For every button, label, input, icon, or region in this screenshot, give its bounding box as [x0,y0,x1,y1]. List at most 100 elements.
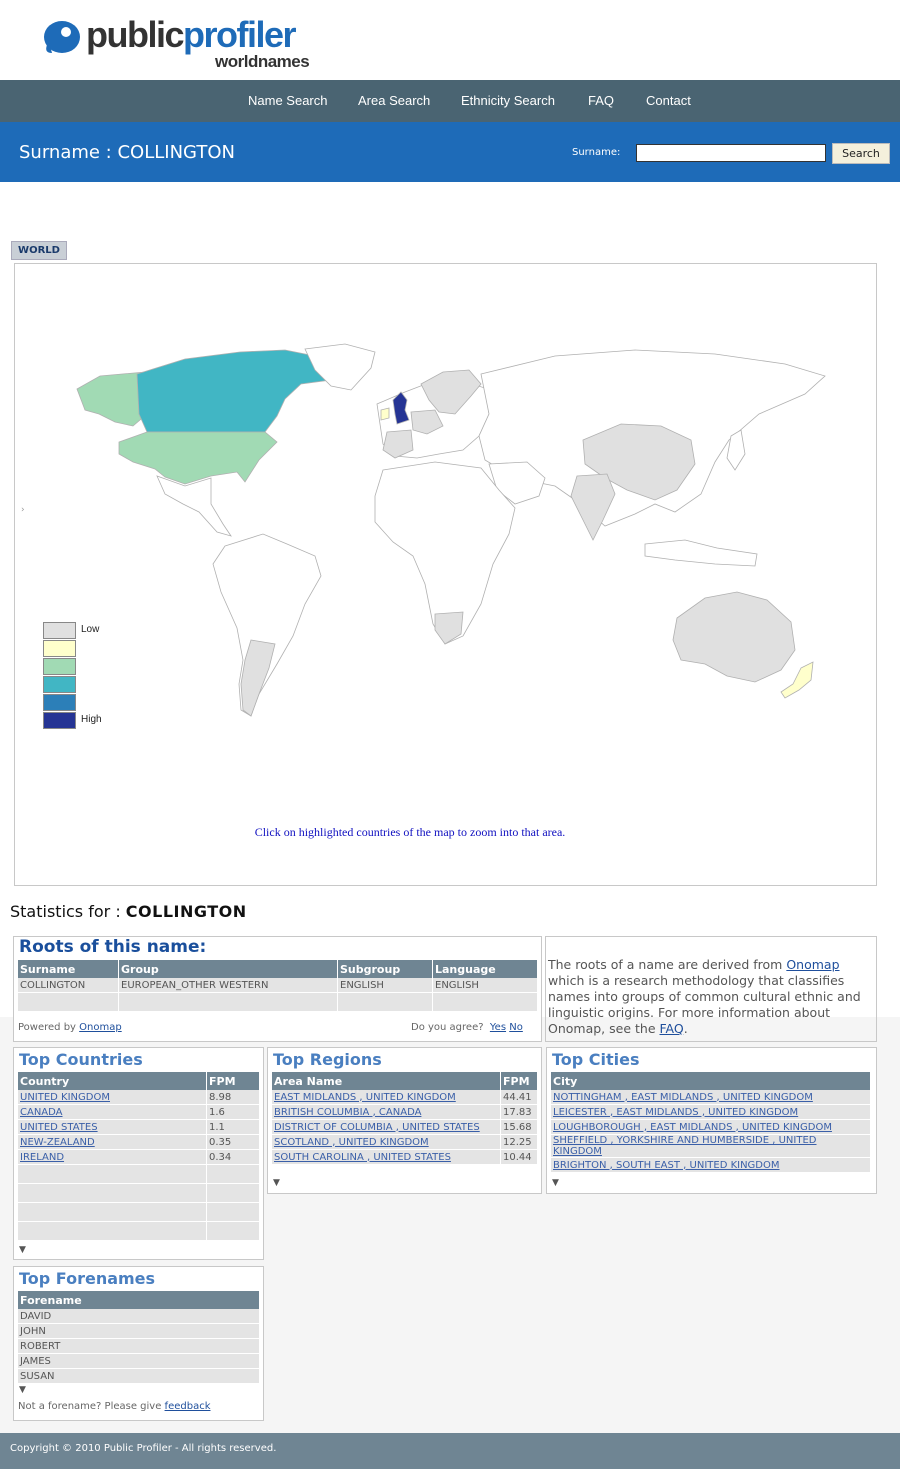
forename: DAVID [18,1309,260,1324]
country-fpm: 1.1 [206,1119,260,1135]
info-onomap-link[interactable]: Onomap [786,957,839,972]
agree-yes-link[interactable]: Yes [490,1022,506,1033]
country-link-canada[interactable]: CANADA [20,1107,63,1118]
surname-search-input[interactable] [636,144,826,162]
feedback-link[interactable]: feedback [165,1401,211,1412]
forename: JOHN [18,1323,260,1339]
logo-subtitle: worldnames [215,52,310,71]
city-link[interactable]: LEICESTER , EAST MIDLANDS , UNITED KINGD… [553,1107,798,1118]
table-row: CANADA 1.6 [18,1104,260,1120]
country-link-usa[interactable]: UNITED STATES [20,1122,98,1133]
roots-col-subgroup: Subgroup [337,960,433,978]
world-map[interactable]: › [15,264,876,885]
region-link[interactable]: EAST MIDLANDS , UNITED KINGDOM [274,1092,456,1103]
statistics-heading: Statistics for : COLLINGTON [10,902,247,921]
region-link[interactable]: SCOTLAND , UNITED KINGDOM [274,1137,429,1148]
table-row: COLLINGTON EUROPEAN_OTHER WESTERN ENGLIS… [18,978,538,993]
nav-ethnicity-search[interactable]: Ethnicity Search [461,80,555,122]
search-button[interactable]: Search [832,143,890,164]
forename-feedback-label: Not a forename? Please give [18,1401,165,1412]
agree-label: Do you agree? [411,1022,484,1033]
logo-part-profiler: profiler [183,14,297,55]
cities-header-row: City [551,1072,871,1090]
footer: Copyright © 2010 Public Profiler - All r… [0,1433,900,1469]
statistics-label: Statistics for : [10,902,126,921]
info-text-1: The roots of a name are derived from [548,957,787,972]
top-cities-title: Top Cities [552,1050,640,1069]
table-row: SHEFFIELD , YORKSHIRE AND HUMBERSIDE , U… [551,1134,871,1158]
page-title: Surname : COLLINGTON [19,142,235,163]
roots-col-surname: Surname [18,960,119,978]
table-row [18,1183,260,1203]
table-row: JAMES [18,1353,260,1369]
roots-col-language: Language [432,960,538,978]
logo-part-public: public [86,14,185,55]
map-indonesia [644,539,758,567]
top-countries-title: Top Countries [19,1050,143,1069]
map-caption: Click on highlighted countries of the ma… [254,825,566,839]
city-link[interactable]: LOUGHBOROUGH , EAST MIDLANDS , UNITED KI… [553,1122,832,1133]
roots-group: EUROPEAN_OTHER WESTERN [118,978,338,993]
logo-icon[interactable] [44,20,82,54]
table-row: UNITED KINGDOM 8.98 [18,1090,260,1105]
roots-panel: Roots of this name: Surname Group Subgro… [13,936,542,1042]
city-link[interactable]: NOTTINGHAM , EAST MIDLANDS , UNITED KING… [553,1092,813,1103]
svg-text:›: › [21,505,25,515]
roots-surname: COLLINGTON [18,978,119,993]
regions-col-area: Area Name [272,1072,501,1090]
table-row: SOUTH CAROLINA , UNITED STATES 10.44 [272,1149,538,1165]
nav-name-search[interactable]: Name Search [248,80,327,122]
region-fpm: 17.83 [500,1104,538,1120]
legend-swatch-6 [43,712,76,729]
main-nav: Name Search Area Search Ethnicity Search… [0,80,900,122]
region-link[interactable]: DISTRICT OF COLUMBIA , UNITED STATES [274,1122,480,1133]
legend-high-label: High [81,714,102,725]
map-new-zealand [780,661,814,699]
nav-contact[interactable]: Contact [646,80,691,122]
table-row: SUSAN [18,1368,260,1384]
legend-swatch-3 [43,658,76,675]
top-regions-title: Top Regions [273,1050,382,1069]
map-australia [672,591,796,683]
map-greenland [304,343,376,391]
region-link[interactable]: SOUTH CAROLINA , UNITED STATES [274,1152,451,1163]
region-fpm: 15.68 [500,1119,538,1135]
table-row: BRIGHTON , SOUTH EAST , UNITED KINGDOM [551,1157,871,1173]
nav-faq[interactable]: FAQ [588,80,614,122]
regions-col-fpm: FPM [500,1072,538,1090]
region-link[interactable]: BRITISH COLUMBIA , CANADA [274,1107,421,1118]
roots-col-group: Group [118,960,338,978]
countries-header-row: Country FPM [18,1072,260,1090]
forename: JAMES [18,1353,260,1369]
top-cities-table: City NOTTINGHAM , EAST MIDLANDS , UNITED… [551,1072,871,1173]
info-text-3: . [683,1021,688,1036]
table-row: EAST MIDLANDS , UNITED KINGDOM 44.41 [272,1090,538,1105]
region-fpm: 12.25 [500,1134,538,1150]
city-link[interactable]: SHEFFIELD , YORKSHIRE AND HUMBERSIDE , U… [553,1135,817,1157]
logo-text[interactable]: publicprofiler [86,14,297,56]
more-countries-icon[interactable]: ▼ [19,1245,26,1255]
city-link[interactable]: BRIGHTON , SOUTH EAST , UNITED KINGDOM [553,1160,780,1171]
powered-by-label: Powered by [18,1022,80,1033]
countries-col-country: Country [18,1072,207,1090]
agree-no-link[interactable]: No [509,1022,523,1033]
roots-table: Surname Group Subgroup Language COLLINGT… [18,960,538,1012]
map-mexico [156,475,232,537]
roots-title: Roots of this name: [19,937,207,957]
legend-low-label: Low [81,624,100,635]
world-tab[interactable]: WORLD [11,241,67,260]
country-link-new-zealand[interactable]: NEW-ZEALAND [20,1137,95,1148]
more-regions-icon[interactable]: ▼ [273,1178,280,1188]
header: publicprofiler worldnames [0,0,900,80]
powered-by-onomap-link[interactable]: Onomap [79,1022,122,1033]
roots-language: ENGLISH [432,978,538,993]
nav-area-search[interactable]: Area Search [358,80,430,122]
top-forenames-panel: Top Forenames Forename DAVID JOHN ROBERT… [13,1266,264,1421]
country-link-uk[interactable]: UNITED KINGDOM [20,1092,110,1103]
more-cities-icon[interactable]: ▼ [552,1178,559,1188]
table-row [18,1221,260,1241]
top-forenames-title: Top Forenames [19,1269,156,1288]
info-faq-link[interactable]: FAQ [659,1021,683,1036]
more-forenames-icon[interactable]: ▼ [19,1385,26,1395]
country-link-ireland[interactable]: IRELAND [20,1152,64,1163]
